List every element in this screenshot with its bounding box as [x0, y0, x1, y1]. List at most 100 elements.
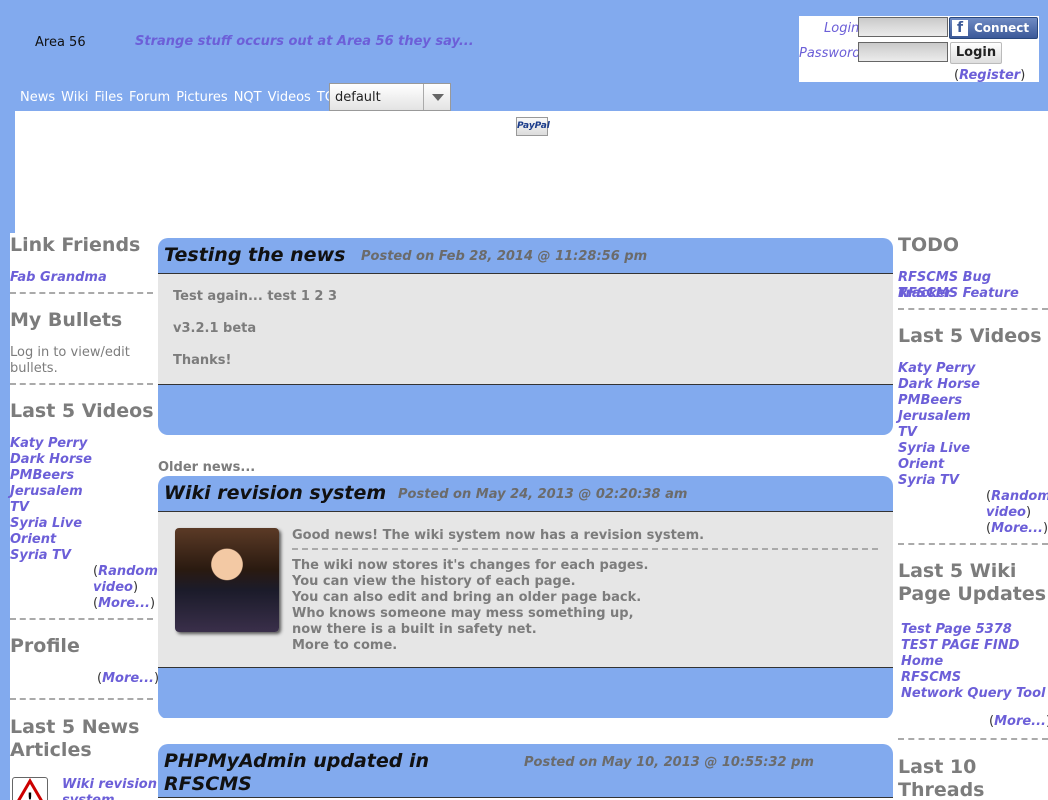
bullets-text-1: Log in to view/edit: [10, 345, 130, 360]
news-articles-heading-2: Articles: [10, 739, 92, 761]
facebook-connect-button[interactable]: f Connect: [949, 17, 1038, 39]
news-body-line: v3.2.1 beta: [173, 321, 257, 336]
login-label: Login: [824, 21, 860, 36]
right-random-video-link-2[interactable]: video: [986, 505, 1026, 520]
news-date: Posted on May 24, 2013 @ 02:20:38 am: [398, 487, 688, 502]
right-video-item[interactable]: Dark Horse: [898, 377, 980, 393]
site-tagline: Strange stuff occurs out at Area 56 they…: [135, 34, 474, 49]
right-videos-heading: Last 5 Videos: [898, 325, 1042, 347]
left-random-video-link-2[interactable]: video: [93, 580, 133, 595]
right-video-item[interactable]: TV: [898, 425, 917, 441]
login-input[interactable]: [858, 17, 948, 37]
left-video-item[interactable]: Syria Live: [10, 516, 82, 532]
right-videos-more-link[interactable]: More...: [991, 521, 1043, 536]
news-body-line: Who knows someone may mess something up,: [292, 606, 634, 621]
wiki-update-item[interactable]: TEST PAGE FIND: [901, 638, 1019, 654]
my-bullets-heading: My Bullets: [10, 309, 123, 331]
facebook-icon: f: [952, 20, 968, 36]
nav-forum[interactable]: Forum: [129, 90, 170, 105]
wiki-updates-heading-1: Last 5 Wiki: [898, 560, 1017, 582]
left-random-video-link[interactable]: Random: [98, 564, 158, 579]
nav-news[interactable]: News: [20, 90, 55, 105]
nav-wiki[interactable]: Wiki: [61, 90, 88, 105]
divider: [898, 738, 1048, 740]
news-article-link-2[interactable]: system: [62, 793, 115, 800]
divider: [898, 308, 1048, 310]
register-link-wrapper: (Register): [954, 68, 1026, 83]
site-title[interactable]: Area 56: [35, 35, 86, 50]
right-video-item[interactable]: Syria TV: [898, 473, 959, 489]
nav-pictures[interactable]: Pictures: [176, 90, 227, 105]
divider: [898, 543, 1048, 545]
wiki-update-item[interactable]: Network Query Tool: [901, 686, 1045, 702]
nav-videos[interactable]: Videos: [268, 90, 311, 105]
left-videos-heading: Last 5 Videos: [10, 400, 154, 422]
wiki-update-item[interactable]: Test Page 5378: [901, 622, 1012, 638]
news-body-line: More to come.: [292, 638, 398, 653]
left-video-item[interactable]: Katy Perry: [10, 436, 87, 452]
left-video-item[interactable]: Syria TV: [10, 548, 71, 564]
paypal-donate-button[interactable]: PayPal: [516, 117, 550, 136]
news-body-line: now there is a built in safety net.: [292, 622, 537, 637]
divider: [10, 618, 153, 620]
password-input[interactable]: [858, 42, 948, 62]
wiki-updates-heading-2: Page Updates: [898, 583, 1047, 605]
login-box: Login f Connect Password Login (Register): [799, 16, 1039, 83]
divider: [10, 383, 153, 385]
chevron-down-icon: [423, 84, 450, 110]
news-title[interactable]: Testing the news: [164, 244, 345, 267]
left-video-item[interactable]: PMBeers: [10, 468, 74, 484]
news-title-line-2[interactable]: RFSCMS: [164, 773, 252, 796]
right-video-item[interactable]: Syria Live: [898, 441, 970, 457]
profile-heading: Profile: [10, 635, 80, 657]
news-title[interactable]: Wiki revision system: [164, 482, 386, 505]
news-body-line: Thanks!: [173, 353, 232, 368]
todo-item[interactable]: RFSCMS Feature: [898, 286, 1019, 302]
left-video-item[interactable]: Dark Horse: [10, 452, 92, 468]
bullets-text-2: bullets.: [10, 361, 58, 376]
todo-heading: TODO: [898, 234, 960, 256]
right-video-item[interactable]: PMBeers: [898, 393, 962, 409]
news-post: Wiki revision system Posted on May 24, 2…: [158, 476, 893, 719]
wiki-update-item[interactable]: Home: [901, 654, 943, 670]
news-image: [175, 528, 279, 632]
profile-more-link[interactable]: More...: [102, 671, 154, 686]
svg-text:!: !: [27, 791, 33, 800]
wiki-update-item[interactable]: RFSCMS: [901, 670, 961, 686]
right-video-item[interactable]: Orient: [898, 457, 944, 473]
news-date: Posted on Feb 28, 2014 @ 11:28:56 pm: [361, 249, 648, 264]
register-link[interactable]: Register: [959, 68, 1020, 83]
link-friends-heading: Link Friends: [10, 234, 141, 256]
news-date: Posted on May 10, 2013 @ 10:55:32 pm: [524, 755, 814, 770]
news-post: Testing the news Posted on Feb 28, 2014 …: [158, 238, 893, 435]
theme-select[interactable]: default: [329, 83, 451, 111]
wiki-more-link[interactable]: More...: [994, 714, 1046, 729]
left-videos-more-link[interactable]: More...: [98, 596, 150, 611]
right-video-item[interactable]: Katy Perry: [898, 361, 975, 377]
threads-heading-1: Last 10: [898, 756, 977, 778]
main-nav: News Wiki Files Forum Pictures NQT Video…: [20, 90, 355, 105]
warning-icon: !: [12, 777, 48, 800]
news-footer: [158, 668, 893, 718]
divider: [292, 548, 878, 550]
news-articles-heading-1: Last 5 News: [10, 716, 140, 738]
right-video-item[interactable]: Jerusalem: [898, 409, 971, 425]
older-news-link[interactable]: Older news...: [158, 460, 255, 475]
news-body-line: The wiki now stores it's changes for eac…: [292, 558, 649, 573]
news-body-line: Test again... test 1 2 3: [173, 289, 338, 304]
link-fab-grandma[interactable]: Fab Grandma: [10, 270, 107, 286]
left-video-item[interactable]: Jerusalem: [10, 484, 83, 500]
login-button[interactable]: Login: [950, 42, 1002, 64]
news-article-link[interactable]: Wiki revision: [62, 777, 157, 793]
left-video-item[interactable]: TV: [10, 500, 29, 516]
nav-files[interactable]: Files: [94, 90, 123, 105]
right-random-video-link[interactable]: Random: [991, 489, 1048, 504]
password-label: Password: [799, 46, 861, 61]
news-body-line: You can view the history of each page.: [292, 574, 576, 589]
divider: [10, 292, 153, 294]
divider: [10, 698, 153, 700]
news-lead: Good news! The wiki system now has a rev…: [292, 528, 705, 543]
news-title[interactable]: PHPMyAdmin updated in: [164, 750, 429, 773]
left-video-item[interactable]: Orient: [10, 532, 56, 548]
nav-nqt[interactable]: NQT: [234, 90, 262, 105]
